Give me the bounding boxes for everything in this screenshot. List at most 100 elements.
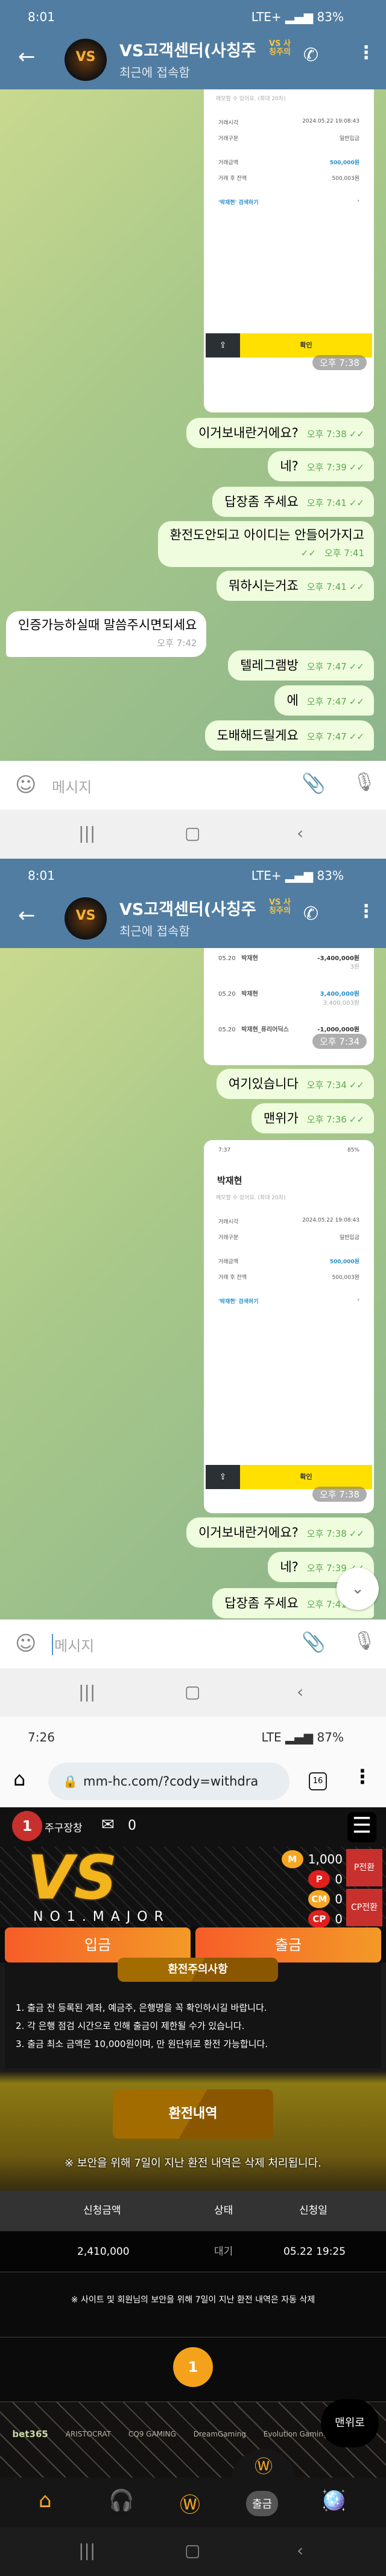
outgoing-message[interactable]: 답장좀 주세요 오후 7:41✓✓ bbox=[212, 487, 374, 517]
nav-casino-icon[interactable]: 🪩 bbox=[321, 2488, 346, 2513]
back-icon[interactable]: ‹ bbox=[297, 2540, 303, 2560]
back-arrow-icon[interactable]: ← bbox=[18, 903, 36, 928]
message-time: 오후 7:47 bbox=[306, 731, 347, 742]
mail-icon[interactable]: ✉ bbox=[101, 1816, 115, 1834]
avatar[interactable]: VS bbox=[65, 897, 107, 940]
attach-icon[interactable]: 📎 bbox=[302, 1630, 326, 1653]
incoming-message[interactable]: 인증가능하실때 말씀주시면되세요 오후 7:42 bbox=[6, 611, 207, 657]
lock-icon: 🔒 bbox=[63, 1774, 78, 1789]
p-convert-button[interactable]: P전환 bbox=[346, 1849, 382, 1886]
home-icon[interactable]: ▢ bbox=[185, 823, 200, 843]
message-text: 환전도안되고 아이디는 안들어가지고 bbox=[169, 528, 364, 542]
recent-apps-icon[interactable]: ||| bbox=[78, 823, 95, 843]
hamburger-icon[interactable]: ☰ bbox=[347, 1812, 376, 1842]
title-badge: VS 사칭주의 bbox=[269, 39, 291, 57]
tabs-button[interactable]: 16 bbox=[309, 1772, 327, 1790]
more-icon[interactable]: ⋮ bbox=[357, 42, 375, 63]
emoji-icon[interactable]: ☺ bbox=[15, 773, 36, 797]
recent-apps-icon[interactable]: ||| bbox=[78, 2540, 95, 2560]
nav-withdraw-label[interactable]: 출금 bbox=[246, 2491, 279, 2516]
vs-logo: VS bbox=[27, 1842, 118, 1913]
message-input-bar: ☺ 메시지 📎 🎙 bbox=[0, 761, 386, 810]
fist-logo-icon: 1 bbox=[12, 1811, 42, 1841]
history-row: 05.20 박재현_퓨리어딕스 -1,000,000원 bbox=[218, 1027, 359, 1033]
outgoing-message[interactable]: 이거보내란거에요? 오후 7:38 ✓✓ bbox=[186, 418, 374, 448]
provider-logo: DreamGaming bbox=[193, 2430, 246, 2438]
outgoing-message[interactable]: 도배해드릴게요 오후 7:47 ✓✓ bbox=[204, 720, 374, 751]
image-message[interactable]: 메모할 수 있어요. (최대 20자) 거래시각 2024.05.22 19:08… bbox=[204, 89, 374, 412]
attach-icon[interactable]: 📎 bbox=[302, 772, 326, 795]
nav-support-icon[interactable]: 🎧 bbox=[109, 2488, 134, 2513]
recent-apps-icon[interactable]: ||| bbox=[78, 1682, 95, 1702]
outgoing-message[interactable]: 뭐하시는거죠 오후 7:41 ✓✓ bbox=[216, 571, 374, 601]
read-check-icon: ✓✓ bbox=[349, 731, 364, 742]
last-seen: 최근에 접속함 bbox=[119, 924, 190, 938]
cp-convert-button[interactable]: CP전환 bbox=[346, 1889, 382, 1926]
nav-home-icon[interactable]: ⌂ bbox=[39, 2488, 52, 2513]
android-nav-bar: ||| ▢ ‹ bbox=[0, 810, 386, 859]
mic-icon[interactable]: 🎙 bbox=[353, 1630, 376, 1652]
emoji-icon[interactable]: ☺ bbox=[15, 1632, 36, 1656]
read-check-icon: ✓✓ bbox=[349, 429, 364, 440]
last-seen: 최근에 접속함 bbox=[119, 65, 190, 80]
more-icon[interactable]: ⋮ bbox=[357, 901, 375, 922]
phone-icon[interactable]: ✆ bbox=[303, 903, 318, 924]
outgoing-message[interactable]: 환전도안되고 아이디는 안들어가지고오후 7:41 ✓✓ bbox=[157, 521, 374, 567]
scroll-down-button[interactable]: ⌄ bbox=[337, 1568, 379, 1610]
read-check-icon: ✓✓ bbox=[300, 548, 316, 559]
home-icon[interactable]: ▢ bbox=[185, 1682, 200, 1702]
message-time: 오후 7:47 bbox=[306, 696, 347, 707]
footer-note: ※ 사이트 및 회원님의 보안을 위해 7일이 지난 환전 내역은 자동 삭제 bbox=[71, 2295, 315, 2305]
home-icon[interactable]: ▢ bbox=[185, 2540, 200, 2560]
nav-deposit-icon[interactable]: Ⓦ bbox=[180, 2488, 200, 2518]
outgoing-message[interactable]: 네? 오후 7:39✓✓ bbox=[268, 451, 374, 481]
share-icon: ⇪ bbox=[206, 1465, 240, 1489]
status-bar: 7:26 LTE ▂▄▆ 87% bbox=[0, 1717, 386, 1759]
image-message[interactable]: 7:37 85% 박재현 메모할 수 있어요. (최대 20자) 거래시각 202… bbox=[204, 1140, 374, 1513]
page-1-button[interactable]: 1 bbox=[173, 2347, 213, 2387]
home-icon[interactable]: ⌂ bbox=[13, 1767, 25, 1790]
read-check-icon: ✓✓ bbox=[349, 1114, 364, 1125]
history-row: 05.20 박재현 3,400,000원 bbox=[218, 991, 359, 998]
menu-icon[interactable]: ⋮ bbox=[353, 1765, 372, 1788]
back-icon[interactable]: ‹ bbox=[297, 1682, 303, 1702]
message-time: 오후 7:38 bbox=[306, 1528, 347, 1539]
message-time: 오후 7:47 bbox=[306, 661, 347, 672]
chat-title[interactable]: VS고객센터(사칭주 bbox=[119, 896, 263, 920]
search-link: '박재현' 검색하기 › bbox=[218, 198, 359, 206]
message-text: 인증가능하실때 말씀주시면되세요 bbox=[18, 618, 197, 632]
outgoing-message[interactable]: 에 오후 7:47 ✓✓ bbox=[274, 685, 374, 716]
message-time: 오후 7:39 bbox=[306, 462, 347, 473]
read-check-icon: ✓✓ bbox=[349, 1528, 364, 1539]
balance-p: P0 bbox=[308, 1870, 343, 1888]
phone-icon[interactable]: ✆ bbox=[303, 45, 318, 66]
message-text: 이거보내란거에요? bbox=[198, 426, 299, 440]
outgoing-message[interactable]: 여기있습니다 오후 7:34 ✓✓ bbox=[216, 1069, 374, 1099]
status-bar: 8:01 LTE+ ▂▄▆ 83% bbox=[0, 0, 386, 34]
message-text: 답장좀 주세요 bbox=[224, 495, 299, 509]
banner: VS NO1.MAJOR M 1,000 P 0 CM 0 CP 0 P전환 CP전환 bbox=[0, 1842, 386, 1928]
table-header: 신청금액 상태 신청일 bbox=[0, 2191, 386, 2231]
read-check-icon: ✓✓ bbox=[349, 498, 364, 508]
read-check-icon: ✓✓ bbox=[349, 462, 364, 473]
message-time: 오후 7:41 bbox=[306, 498, 347, 508]
chat-title[interactable]: VS고객센터(사칭주 bbox=[119, 37, 263, 61]
avatar[interactable]: VS bbox=[65, 39, 107, 81]
status-bar: 8:01 LTE+ ▂▄▆ 83% bbox=[0, 859, 386, 892]
back-arrow-icon[interactable]: ← bbox=[18, 45, 36, 69]
receipt-row: 거래 후 잔액 500,003원 bbox=[218, 1275, 359, 1281]
mic-icon[interactable]: 🎙 bbox=[353, 772, 376, 793]
outgoing-message[interactable]: 이거보내란거에요? 오후 7:38 ✓✓ bbox=[186, 1517, 374, 1548]
message-time: 오후 7:41 bbox=[324, 548, 364, 559]
back-icon[interactable]: ‹ bbox=[297, 823, 303, 843]
outgoing-message[interactable]: 텔레그램방 오후 7:47 ✓✓ bbox=[228, 650, 374, 681]
site-header: 1 주구장창 ✉ 0 ☰ bbox=[0, 1807, 386, 1847]
message-input[interactable]: 메시지 bbox=[52, 1634, 94, 1655]
url-bar[interactable]: 🔒 mm-hc.com/?cody=withdra bbox=[48, 1763, 290, 1800]
to-top-button[interactable]: 맨위로 bbox=[321, 2399, 379, 2447]
message-input[interactable]: 메시지 bbox=[52, 775, 92, 796]
outgoing-message[interactable]: 맨위가 오후 7:36 ✓✓ bbox=[251, 1103, 374, 1133]
image-message[interactable]: 05.20 박재현 -3,400,000원 3원 05.20 박재현 3,400,0… bbox=[204, 948, 374, 1065]
bottom-nav: ⌂ 🎧 Ⓦ 출금 🪩 bbox=[0, 2478, 386, 2527]
provider-logo: Evolution Gaming bbox=[263, 2430, 328, 2438]
